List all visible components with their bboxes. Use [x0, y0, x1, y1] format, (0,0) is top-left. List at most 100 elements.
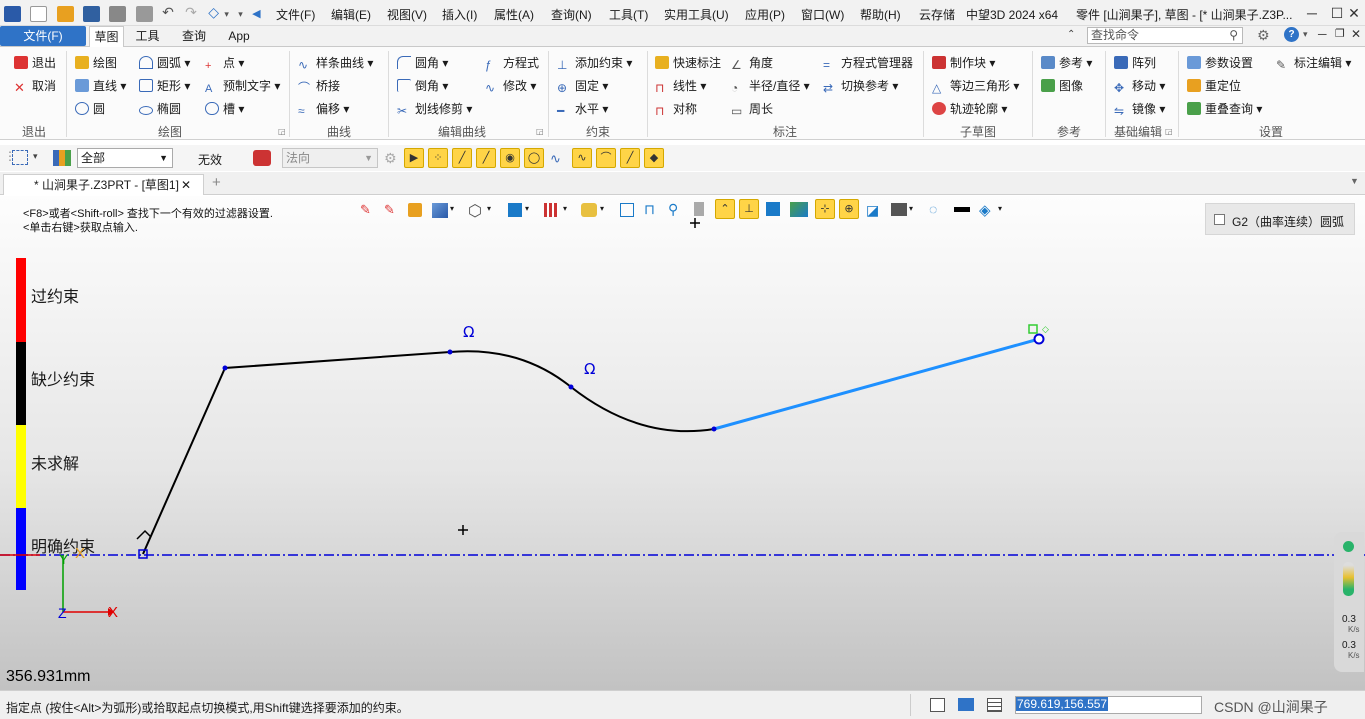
image-button[interactable]: 图像 — [1041, 77, 1083, 95]
fix-button[interactable]: ⊕ 固定 ▾ — [557, 77, 608, 95]
snap-center-button[interactable]: ◉ — [500, 148, 520, 168]
status-screen-icon[interactable] — [958, 698, 974, 711]
mirror-button[interactable]: ⇋ 镜像 ▾ — [1114, 100, 1165, 118]
angle-button[interactable]: ∠ 角度 — [731, 54, 773, 72]
collapse-icon[interactable]: ◀ — [252, 8, 260, 20]
move-button[interactable]: ✥ 移动 ▾ — [1114, 77, 1165, 95]
snap-arc-button[interactable]: ⌒ — [596, 148, 616, 168]
snap-perpendicular-button[interactable]: ╱ — [620, 148, 640, 168]
menu-query[interactable]: 查询(N) — [551, 6, 592, 23]
quick-dimension-button[interactable]: 快速标注 — [655, 54, 721, 72]
reference-button[interactable]: 参考 ▾ — [1041, 54, 1092, 72]
pick-mode-dropdown-icon[interactable]: ▾ — [33, 151, 38, 162]
arc-button[interactable]: 圆弧 ▾ — [139, 54, 190, 72]
doc-close-button[interactable]: ✕ — [1351, 27, 1361, 41]
menu-view[interactable]: 视图(V) — [387, 6, 427, 23]
close-tab-icon[interactable]: ✕ — [181, 175, 191, 195]
array-button[interactable]: 阵列 — [1114, 54, 1156, 72]
direction-gear-icon[interactable]: ⚙ — [384, 150, 397, 167]
chamfer-button[interactable]: 倒角 ▾ — [397, 77, 448, 95]
draw-group-launcher-icon[interactable]: ◲ — [278, 127, 286, 136]
trajectory-button[interactable]: 轨迹轮廓 ▾ — [932, 100, 1007, 118]
filter-icon[interactable] — [53, 150, 71, 166]
tab-list-dropdown-icon[interactable]: ▼ — [1350, 176, 1359, 186]
bridge-button[interactable]: ⌒ 桥接 — [298, 77, 340, 95]
direction-select[interactable]: 法向 ▼ — [282, 148, 378, 168]
undo-icon[interactable]: ↶ — [162, 4, 174, 20]
snap-start-button[interactable]: ▶ — [404, 148, 424, 168]
snap-line-button[interactable]: ╱ — [452, 148, 472, 168]
line-button[interactable]: 直线 ▾ — [75, 77, 126, 95]
status-input-icon[interactable] — [930, 698, 945, 712]
search-icon[interactable]: ⚲ — [1229, 28, 1238, 43]
print-icon[interactable] — [109, 5, 127, 22]
reposition-button[interactable]: 重定位 — [1187, 77, 1241, 95]
layer-icon[interactable] — [253, 150, 271, 166]
tab-tools[interactable]: 工具 — [130, 26, 165, 47]
command-search-input[interactable]: 查找命令 ⚲ — [1087, 27, 1243, 44]
menu-help[interactable]: 帮助(H) — [860, 6, 901, 23]
snap-tangent-button[interactable]: ∿ — [572, 148, 592, 168]
view-cube-icon[interactable]: ◇ — [208, 4, 219, 20]
menu-insert[interactable]: 插入(I) — [442, 6, 477, 23]
ellipse-button[interactable]: 椭圆 — [139, 100, 181, 118]
snap-curve-icon[interactable]: ∿ — [550, 151, 561, 167]
triangle-button[interactable]: △ 等边三角形 ▾ — [932, 77, 1019, 95]
menu-window[interactable]: 窗口(W) — [801, 6, 844, 23]
cancel-button[interactable]: ✕ 取消 — [14, 77, 56, 95]
document-tab[interactable]: * 山涧果子.Z3PRT - [草图1] ✕ — [3, 174, 204, 195]
make-block-button[interactable]: 制作块 ▾ — [932, 54, 995, 72]
sketch-geometry[interactable]: ◇ Ω Ω — [0, 196, 1365, 690]
basic-edit-launcher-icon[interactable]: ◲ — [1165, 127, 1173, 136]
snap-solid-button[interactable]: ◆ — [644, 148, 664, 168]
tab-app[interactable]: App — [221, 26, 257, 47]
snap-midpoint-button[interactable]: ╱ — [476, 148, 496, 168]
pick-mode-icon[interactable] — [12, 150, 28, 165]
help-icon[interactable]: ? — [1284, 27, 1299, 42]
print-preview-icon[interactable] — [135, 5, 153, 22]
doc-minimize-button[interactable]: ─ — [1318, 27, 1327, 41]
collapse-ribbon-icon[interactable]: ⌃ — [1067, 29, 1075, 40]
snap-points-button[interactable]: ⁘ — [428, 148, 448, 168]
menu-apps[interactable]: 应用(P) — [745, 6, 785, 23]
sketch-canvas[interactable]: <F8>或者<Shift-roll> 查找下一个有效的过滤器设置. <单击右键>… — [0, 196, 1365, 690]
edit-group-launcher-icon[interactable]: ◲ — [536, 127, 544, 136]
settings-gear-icon[interactable]: ⚙ — [1257, 27, 1270, 44]
save-icon[interactable] — [83, 5, 101, 22]
trim-button[interactable]: ✂ 划线修剪 ▾ — [397, 100, 472, 118]
add-constraint-button[interactable]: ⊥ 添加约束 ▾ — [557, 54, 632, 72]
slot-button[interactable]: 槽 ▾ — [205, 100, 244, 118]
menu-tools[interactable]: 工具(T) — [609, 6, 648, 23]
horizontal-button[interactable]: ━ 水平 ▾ — [557, 100, 608, 118]
close-button[interactable]: ✕ — [1344, 3, 1364, 23]
status-list-icon[interactable] — [987, 698, 1002, 712]
open-folder-icon[interactable] — [56, 5, 74, 22]
coordinate-input[interactable]: 769.619,156.557 — [1015, 696, 1202, 714]
filter-select[interactable]: 全部 ▼ — [77, 148, 173, 168]
linear-dimension-button[interactable]: ⊓ 线性 ▾ — [655, 77, 706, 95]
circle-button[interactable]: 圆 — [75, 100, 105, 118]
overlap-query-button[interactable]: 重叠查询 ▾ — [1187, 100, 1262, 118]
snap-circle-button[interactable]: ◯ — [524, 148, 544, 168]
draw-button[interactable]: 绘图 — [75, 54, 117, 72]
menu-file[interactable]: 文件(F) — [276, 6, 315, 23]
dimension-edit-button[interactable]: ✎ 标注编辑 ▾ — [1276, 54, 1351, 72]
symmetric-button[interactable]: ⊓ 对称 — [655, 100, 697, 118]
new-file-icon[interactable] — [30, 5, 48, 22]
perimeter-button[interactable]: ▭ 周长 — [731, 100, 773, 118]
menu-attribute[interactable]: 属性(A) — [494, 6, 534, 23]
redo-icon[interactable]: ↷ — [185, 4, 197, 20]
modify-button[interactable]: ∿ 修改 ▾ — [485, 77, 536, 95]
parameter-settings-button[interactable]: 参数设置 — [1187, 54, 1253, 72]
point-button[interactable]: + 点 ▾ — [205, 54, 244, 72]
menu-edit[interactable]: 编辑(E) — [331, 6, 371, 23]
dropdown-icon[interactable]: ▾ — [224, 9, 229, 19]
tab-sketch[interactable]: 草图 — [89, 26, 124, 48]
menu-cloud[interactable]: 云存储 — [919, 6, 955, 23]
equation-manager-button[interactable]: = 方程式管理器 — [823, 54, 913, 72]
invalid-label[interactable]: 无效 — [198, 151, 222, 168]
customize-icon[interactable]: ▾ — [238, 9, 243, 19]
fillet-button[interactable]: 圆角 ▾ — [397, 54, 448, 72]
rectangle-button[interactable]: 矩形 ▾ — [139, 77, 190, 95]
menu-utilities[interactable]: 实用工具(U) — [664, 6, 729, 23]
